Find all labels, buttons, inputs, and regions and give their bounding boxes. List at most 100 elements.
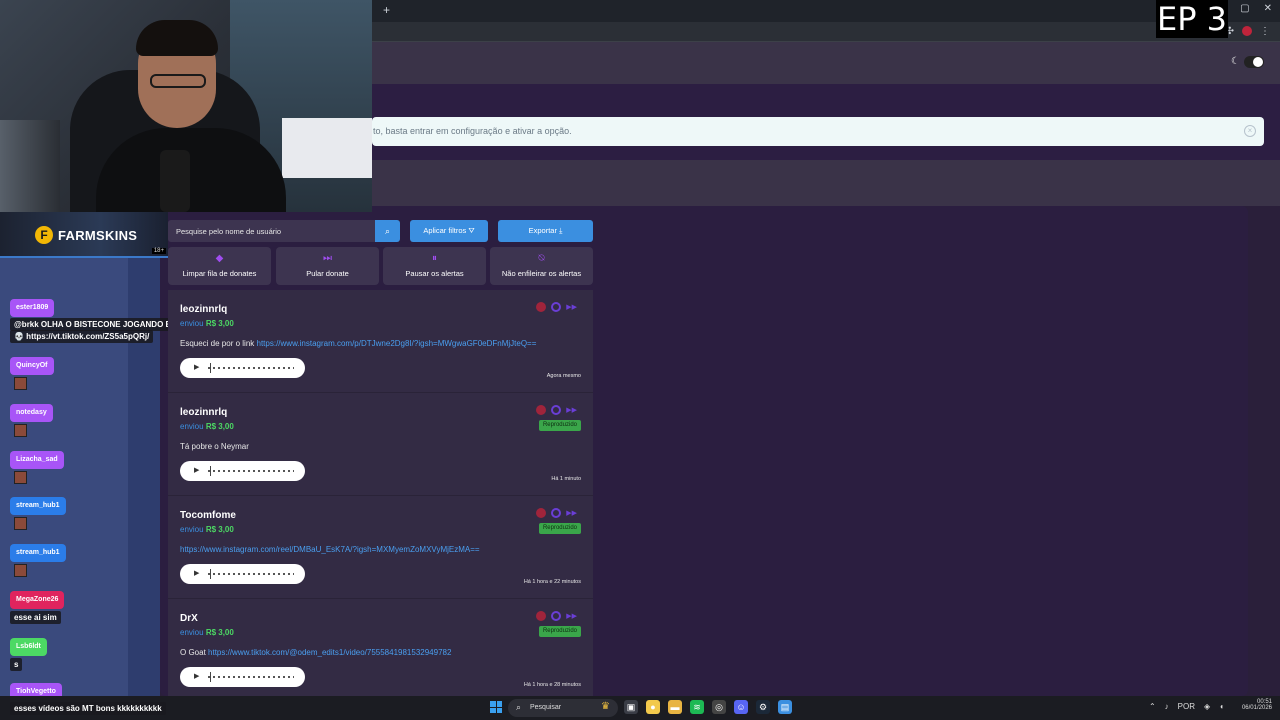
replay-icon[interactable] xyxy=(551,405,562,415)
volume-icon[interactable]: ◖ xyxy=(1219,702,1224,711)
sent-label: enviou xyxy=(180,319,204,328)
close-window-button[interactable]: ✕ xyxy=(1264,3,1272,14)
webcam-shelf xyxy=(282,118,372,178)
address-bar[interactable]: ✣ ⋮ xyxy=(372,22,1280,42)
spotify-icon[interactable]: ≋ xyxy=(690,700,704,714)
apply-filters-button[interactable]: Aplicar filtros ⛛ xyxy=(410,220,488,242)
file-explorer-icon[interactable]: ▬ xyxy=(668,700,682,714)
theme-toggle[interactable] xyxy=(1244,56,1264,68)
donation-card: leozinnrlq enviou R$ 3,00 ▶▶ Reproduzido… xyxy=(168,393,593,496)
export-button[interactable]: Exportar ⤓ xyxy=(498,220,593,242)
taskbar-search-label: Pesquisar xyxy=(530,704,562,711)
play-icon[interactable]: ▶ xyxy=(194,466,199,474)
donation-link[interactable]: https://www.instagram.com/p/DTJwne2Dg8I/… xyxy=(257,339,537,348)
clear-queue-label: Limpar fila de donates xyxy=(182,269,257,278)
apply-filters-label: Aplicar filtros xyxy=(423,226,467,235)
streamer-glasses xyxy=(150,74,206,88)
no-queue-alerts-button[interactable]: ⍉ Não enfileirar os alertas xyxy=(490,247,593,285)
close-icon[interactable]: × xyxy=(1244,125,1256,137)
skip-icon[interactable]: ▶▶ xyxy=(566,612,577,620)
audio-player[interactable]: ▶ xyxy=(180,358,305,378)
donation-actions: ▶▶ xyxy=(536,302,577,312)
taskbar: ⌕ Pesquisar ♛ ▣ ● ▬ ≋ ◎ ☺ ⚙ ▤ ⌃ ♪ POR ◈ … xyxy=(0,696,1280,720)
stop-icon[interactable] xyxy=(536,302,547,312)
donation-amount: R$ 3,00 xyxy=(205,319,234,328)
no-queue-alerts-label: Não enfileirar os alertas xyxy=(501,269,582,278)
profile-icon[interactable] xyxy=(1242,26,1252,36)
browser-tab-bar: + — ▢ ✕ xyxy=(372,0,1280,22)
mic-icon[interactable]: ♪ xyxy=(1165,702,1169,711)
donation-card: leozinnrlq enviou R$ 3,00 ▶▶ Esqueci de … xyxy=(168,290,593,393)
clock-date: 06/01/2026 xyxy=(1241,705,1272,711)
search-icon: ⌕ xyxy=(384,226,391,236)
streamer-hair xyxy=(136,20,218,56)
emote-icon xyxy=(14,471,27,484)
audio-waveform[interactable] xyxy=(208,470,294,472)
skip-icon[interactable]: ▶▶ xyxy=(566,509,577,517)
replay-icon[interactable] xyxy=(551,611,562,621)
audio-waveform[interactable] xyxy=(208,676,294,678)
play-icon[interactable]: ▶ xyxy=(194,672,199,680)
search-icon: ⌕ xyxy=(516,702,522,712)
donation-actions: ▶▶ xyxy=(536,611,577,621)
replay-icon[interactable] xyxy=(551,508,562,518)
taskbar-search[interactable]: ⌕ Pesquisar ♛ xyxy=(508,699,618,717)
skip-donate-button[interactable]: ⏭ Pular donate xyxy=(276,247,379,285)
replay-icon[interactable] xyxy=(551,302,562,312)
network-icon[interactable]: ◈ xyxy=(1204,702,1210,711)
search-button[interactable]: ⌕ xyxy=(375,220,400,242)
donation-text: Tá pobre o Neymar xyxy=(180,442,249,451)
donation-amount-line: enviou R$ 3,00 xyxy=(180,422,234,431)
play-icon[interactable]: ▶ xyxy=(194,569,199,577)
bell-off-icon: ⍉ xyxy=(538,253,545,264)
chat-message: s xyxy=(10,658,23,671)
donation-list: leozinnrlq enviou R$ 3,00 ▶▶ Esqueci de … xyxy=(168,290,593,696)
search-input[interactable]: Pesquise pelo nome de usuário xyxy=(168,220,375,242)
app-icon[interactable]: ▤ xyxy=(778,700,792,714)
clock[interactable]: 00:51 06/01/2026 xyxy=(1242,699,1272,711)
chrome-icon[interactable]: ● xyxy=(646,700,660,714)
clear-queue-button[interactable]: ◆ Limpar fila de donates xyxy=(168,247,271,285)
section-header xyxy=(372,160,1280,206)
maximize-button[interactable]: ▢ xyxy=(1240,3,1249,14)
episode-label: EP 3 xyxy=(1156,0,1228,38)
menu-icon[interactable]: ⋮ xyxy=(1260,26,1270,37)
audio-player[interactable]: ▶ xyxy=(180,564,305,584)
skip-icon[interactable]: ▶▶ xyxy=(566,406,577,414)
chevron-up-icon[interactable]: ⌃ xyxy=(1149,702,1156,711)
audio-player[interactable]: ▶ xyxy=(180,667,305,687)
donation-time: Há 1 minuto xyxy=(551,476,581,482)
start-button[interactable] xyxy=(490,701,502,713)
skip-icon[interactable]: ▶▶ xyxy=(566,303,577,311)
audio-player[interactable]: ▶ xyxy=(180,461,305,481)
language-indicator[interactable]: POR xyxy=(1178,702,1195,711)
obs-icon[interactable]: ◎ xyxy=(712,700,726,714)
stop-icon[interactable] xyxy=(536,508,547,518)
new-tab-button[interactable]: + xyxy=(383,3,390,17)
steam-icon[interactable]: ⚙ xyxy=(756,700,770,714)
extension-icons: ✣ ⋮ xyxy=(1226,26,1270,37)
donation-time: Agora mesmo xyxy=(546,373,581,379)
donation-link[interactable]: https://www.instagram.com/reel/DMBaU_EsK… xyxy=(180,545,480,554)
stop-icon[interactable] xyxy=(536,405,547,415)
donation-amount-line: enviou R$ 3,00 xyxy=(180,525,234,534)
donation-message: https://www.instagram.com/reel/DMBaU_EsK… xyxy=(180,545,480,554)
task-view-icon[interactable]: ▣ xyxy=(624,700,638,714)
pause-alerts-button[interactable]: ⏸ Pausar os alertas xyxy=(383,247,486,285)
donation-link[interactable]: https://www.tiktok.com/@odem_edits1/vide… xyxy=(208,648,451,657)
stop-icon[interactable] xyxy=(536,611,547,621)
donation-amount-line: enviou R$ 3,00 xyxy=(180,319,234,328)
donation-amount: R$ 3,00 xyxy=(205,628,234,637)
donation-text: Esqueci de por o link xyxy=(180,339,255,348)
moon-icon: ☾ xyxy=(1231,56,1240,67)
audio-waveform[interactable] xyxy=(208,573,294,575)
audio-waveform[interactable] xyxy=(208,367,294,369)
info-banner: to, basta entrar em configuração e ativa… xyxy=(372,117,1264,146)
play-icon[interactable]: ▶ xyxy=(194,363,199,371)
donation-text: O Goat xyxy=(180,648,206,657)
donor-name: leozinnrlq xyxy=(180,407,228,418)
chat-username: Lizacha_sad xyxy=(10,451,64,469)
download-icon: ⤓ xyxy=(559,226,563,235)
discord-icon[interactable]: ☺ xyxy=(734,700,748,714)
chat-username: Lsb6ldt xyxy=(10,638,47,656)
